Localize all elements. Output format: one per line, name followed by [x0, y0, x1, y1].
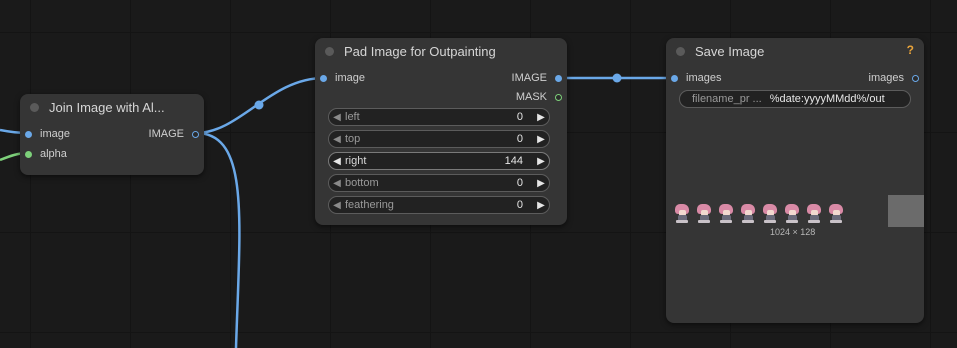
- widget-left[interactable]: ◀ left 0 ▶: [328, 108, 550, 126]
- slot-label: image: [335, 72, 365, 84]
- widget-label: filename_pr ...: [692, 93, 762, 105]
- slot-label: IMAGE: [511, 72, 547, 84]
- input-pin-icon[interactable]: [671, 74, 678, 82]
- widget-value[interactable]: %date:yyyyMMdd%/out: [770, 93, 885, 105]
- sprite-frame: [760, 202, 782, 224]
- widget-value[interactable]: 0: [517, 199, 533, 211]
- output-pin-icon[interactable]: [555, 74, 562, 82]
- input-slot-alpha[interactable]: alpha: [25, 147, 67, 161]
- widget-value[interactable]: 0: [517, 133, 533, 145]
- join-image-with-alpha-node[interactable]: Join Image with Al... image alpha IMAGE: [20, 94, 204, 175]
- sprite-frame: [672, 202, 694, 224]
- sprite-frame: [782, 202, 804, 224]
- node-title-bar[interactable]: Pad Image for Outpainting: [315, 38, 567, 64]
- output-slot-image[interactable]: IMAGE: [149, 127, 199, 141]
- slot-label: images: [868, 72, 904, 84]
- slot-label: IMAGE: [148, 128, 184, 140]
- preview-image-strip[interactable]: [672, 202, 848, 224]
- increment-arrow-icon[interactable]: ▶: [533, 112, 549, 123]
- decrement-arrow-icon[interactable]: ◀: [329, 200, 345, 211]
- output-slot-image[interactable]: IMAGE: [512, 71, 562, 85]
- sprite-frame: [694, 202, 716, 224]
- collapse-dot-icon[interactable]: [30, 102, 39, 112]
- collapse-dot-icon[interactable]: [676, 46, 685, 56]
- input-slot-image[interactable]: image: [25, 127, 70, 141]
- link-join-to-pad[interactable]: [195, 76, 325, 135]
- input-pin-icon[interactable]: [25, 150, 32, 158]
- output-pin-icon[interactable]: [912, 74, 919, 82]
- increment-arrow-icon[interactable]: ▶: [533, 134, 549, 145]
- preview-size-caption: 1024 × 128: [770, 227, 816, 237]
- sprite-frame: [716, 202, 738, 224]
- widget-top[interactable]: ◀ top 0 ▶: [328, 130, 550, 148]
- sprite-frame: [826, 202, 848, 224]
- widget-bottom[interactable]: ◀ bottom 0 ▶: [328, 174, 550, 192]
- input-pin-icon[interactable]: [320, 74, 327, 82]
- widget-label: bottom: [345, 177, 379, 189]
- widget-label: right: [345, 155, 367, 167]
- preview-padding-region: [888, 195, 924, 227]
- node-title: Save Image: [695, 43, 765, 59]
- output-pin-icon[interactable]: [192, 130, 199, 138]
- output-slot-images[interactable]: images: [869, 71, 919, 85]
- output-slot-mask[interactable]: MASK: [516, 90, 562, 104]
- input-slot-images[interactable]: images: [671, 71, 721, 85]
- input-pin-icon[interactable]: [25, 130, 32, 138]
- input-slot-image[interactable]: image: [320, 71, 365, 85]
- widget-label: feathering: [345, 199, 394, 211]
- slot-label: image: [40, 128, 70, 140]
- save-image-node[interactable]: Save Image ? images images filename_pr .…: [666, 38, 924, 323]
- node-title: Join Image with Al...: [49, 99, 165, 115]
- node-title-bar[interactable]: Join Image with Al...: [20, 94, 204, 120]
- node-title: Pad Image for Outpainting: [344, 43, 496, 59]
- node-title-bar[interactable]: Save Image ?: [666, 38, 924, 64]
- decrement-arrow-icon[interactable]: ◀: [329, 134, 345, 145]
- pad-image-for-outpainting-node[interactable]: Pad Image for Outpainting image IMAGE MA…: [315, 38, 567, 225]
- slot-label: MASK: [515, 91, 547, 103]
- collapse-dot-icon[interactable]: [325, 46, 334, 56]
- widget-label: left: [345, 111, 360, 123]
- output-pin-icon[interactable]: [555, 93, 562, 101]
- widget-value[interactable]: 144: [505, 155, 533, 167]
- sprite-frame: [738, 202, 760, 224]
- decrement-arrow-icon[interactable]: ◀: [329, 156, 345, 167]
- widget-value[interactable]: 0: [517, 177, 533, 189]
- widget-right[interactable]: ◀ right 144 ▶: [328, 152, 550, 170]
- filename-prefix-field[interactable]: filename_pr ... %date:yyyyMMdd%/out: [679, 90, 911, 108]
- increment-arrow-icon[interactable]: ▶: [533, 156, 549, 167]
- widget-label: top: [345, 133, 361, 145]
- decrement-arrow-icon[interactable]: ◀: [329, 178, 345, 189]
- decrement-arrow-icon[interactable]: ◀: [329, 112, 345, 123]
- increment-arrow-icon[interactable]: ▶: [533, 200, 549, 211]
- sprite-frame: [804, 202, 826, 224]
- increment-arrow-icon[interactable]: ▶: [533, 178, 549, 189]
- slot-label: images: [686, 72, 722, 84]
- widget-value[interactable]: 0: [517, 111, 533, 123]
- widget-feathering[interactable]: ◀ feathering 0 ▶: [328, 196, 550, 214]
- slot-label: alpha: [40, 148, 67, 160]
- help-icon[interactable]: ?: [907, 43, 914, 57]
